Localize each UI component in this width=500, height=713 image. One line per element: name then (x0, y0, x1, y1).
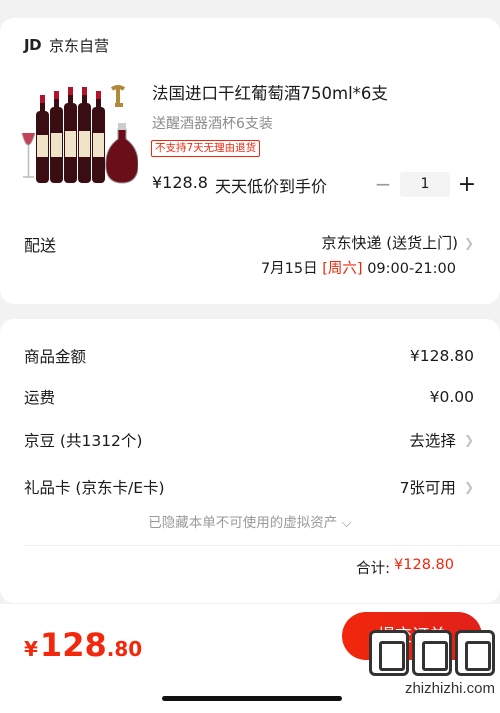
summary-value: 7张可用 (399, 479, 456, 497)
price-decimal: .80 (106, 637, 143, 661)
hidden-assets-toggle[interactable]: 已隐藏本单不可使用的虚拟资产 ⌵ (0, 511, 500, 531)
summary-row-giftcard[interactable]: 礼品卡 (京东卡/E卡) 7张可用 ❯ (24, 476, 474, 498)
order-item-card: JD 京东自营 法国进口干红葡萄酒750ml*6支 送醒酒器酒杯6支装 不支持7… (0, 18, 500, 304)
summary-row-goods: 商品金额 ¥128.80 (24, 345, 474, 367)
chevron-right-icon: ❯ (463, 235, 474, 250)
divider (24, 545, 500, 546)
chevron-right-icon: ❯ (463, 433, 474, 447)
total-label: 合计: (356, 561, 391, 577)
order-total: 合计: ¥128.80 (356, 557, 454, 578)
delivery-label: 配送 (24, 236, 57, 255)
store-name: 京东自营 (49, 36, 110, 55)
summary-value: ¥0.00 (429, 388, 474, 406)
summary-value: 去选择 (409, 432, 456, 450)
watermark-logo-icon (350, 630, 495, 676)
summary-label: 京豆 (共1312个) (24, 432, 143, 450)
plus-icon[interactable]: + (456, 172, 478, 197)
product-price: ¥128.8 (152, 173, 208, 192)
price-integer: 128 (39, 626, 107, 664)
total-value: ¥128.80 (394, 557, 454, 573)
delivery-time-window: 09:00-21:00 (367, 261, 456, 277)
delivery-method: 京东快递 (送货上门) (321, 234, 458, 252)
delivery-weekday: [周六] (322, 261, 363, 277)
minus-icon[interactable]: − (372, 172, 394, 197)
chevron-right-icon: ❯ (463, 480, 474, 494)
product-gift-note: 送醒酒器酒杯6支装 (152, 116, 273, 132)
quantity-input[interactable]: 1 (400, 172, 450, 197)
product-price-line: ¥128.8 天天低价到手价 (152, 173, 327, 197)
return-policy-badge: 不支持7天无理由退货 (151, 140, 261, 157)
watermark: zhizhizhi.com (350, 630, 495, 710)
checkout-price: ¥ 128 .80 (24, 626, 142, 664)
delivery-time[interactable]: 7月15日 [周六] 09:00-21:00 (261, 257, 456, 278)
store-header[interactable]: JD 京东自营 (24, 35, 109, 55)
order-summary-card: 商品金额 ¥128.80 运费 ¥0.00 京豆 (共1312个) 去选择 ❯ … (0, 319, 500, 603)
summary-label: 礼品卡 (京东卡/E卡) (24, 479, 165, 497)
product-title[interactable]: 法国进口干红葡萄酒750ml*6支 (152, 80, 388, 104)
watermark-text: zhizhizhi.com (404, 680, 495, 697)
home-indicator[interactable] (162, 696, 342, 701)
quantity-stepper: − 1 + (372, 172, 478, 197)
jd-logo-icon: JD (24, 36, 42, 54)
product-price-note: 天天低价到手价 (214, 177, 327, 196)
delivery-method-selector[interactable]: 京东快递 (送货上门) ❯ (321, 232, 474, 253)
summary-label: 商品金额 (24, 348, 87, 366)
product-image[interactable] (20, 81, 138, 193)
delivery-date: 7月15日 (260, 261, 318, 277)
summary-row-shipping: 运费 ¥0.00 (24, 386, 474, 408)
summary-row-jingdou[interactable]: 京豆 (共1312个) 去选择 ❯ (24, 429, 474, 451)
summary-label: 运费 (24, 389, 56, 407)
summary-value: ¥128.80 (409, 347, 474, 365)
currency-symbol: ¥ (24, 637, 38, 661)
